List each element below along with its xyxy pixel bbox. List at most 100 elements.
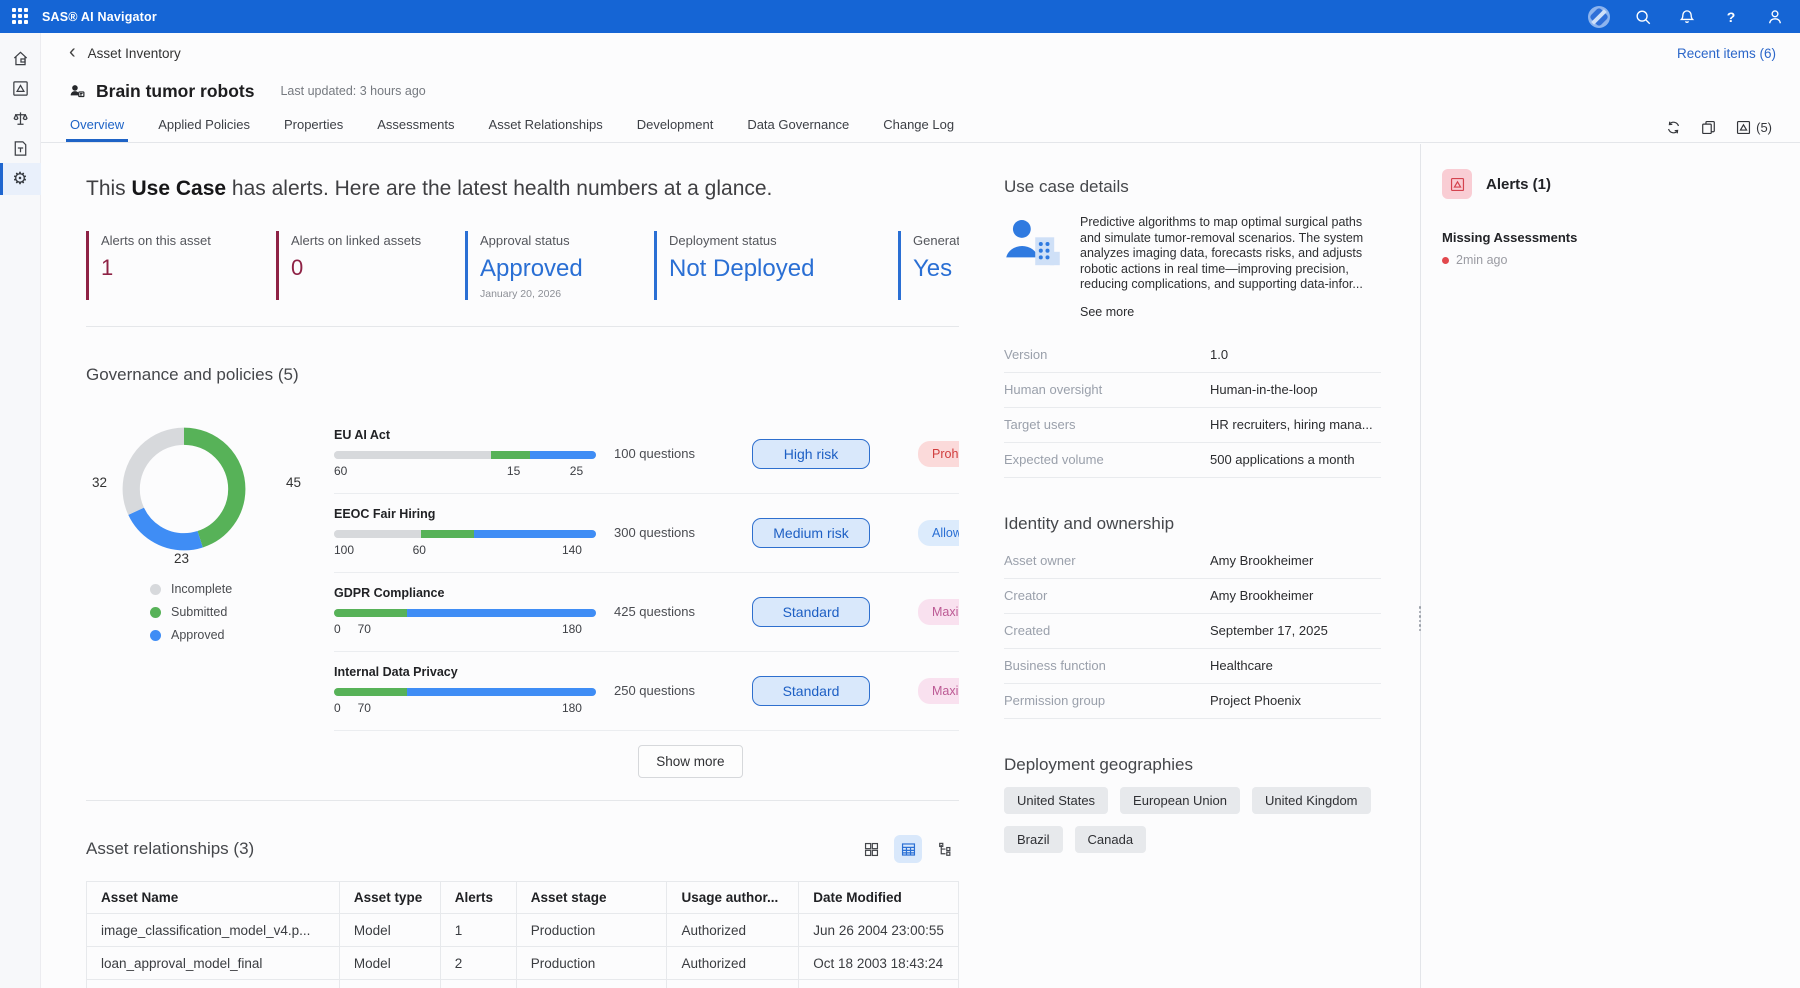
tab-development[interactable]: Development [633, 109, 718, 142]
col-asset-stage[interactable]: Asset stage [516, 882, 667, 914]
refresh-icon[interactable] [1665, 119, 1682, 136]
show-more-button[interactable]: Show more [638, 745, 742, 778]
identity-title: Identity and ownership [1004, 514, 1381, 534]
breadcrumb-asset-inventory[interactable]: Asset Inventory [88, 46, 181, 61]
stats-row: Alerts on this asset 1 Alerts on linked … [86, 231, 959, 300]
field-target-users: Target usersHR recruiters, hiring mana..… [1004, 408, 1381, 443]
governance-scale-icon[interactable] [0, 103, 41, 133]
use-case-type-icon [69, 83, 86, 100]
tab-bar: Overview Applied Policies Properties Ass… [41, 109, 1800, 143]
search-icon[interactable] [1632, 6, 1654, 28]
policy-progress-bar [334, 530, 596, 538]
last-updated-text: Last updated: 3 hours ago [280, 84, 425, 98]
col-asset-name[interactable]: Asset Name [87, 882, 340, 914]
risk-level-button[interactable]: Standard [752, 597, 870, 627]
col-usage-authorization[interactable]: Usage author... [667, 882, 799, 914]
alert-asset-icon[interactable] [0, 73, 41, 103]
app-title: SAS® AI Navigator [42, 10, 157, 24]
alert-item-title[interactable]: Missing Assessments [1442, 230, 1800, 245]
approval-date: January 20, 2026 [480, 288, 642, 300]
legend-dot-incomplete [150, 584, 161, 595]
cards-view-icon[interactable] [857, 835, 885, 863]
geographies-title: Deployment geographies [1004, 755, 1381, 775]
geo-tag-united-kingdom[interactable]: United Kingdom [1252, 787, 1371, 814]
help-icon[interactable]: ? [1720, 6, 1742, 28]
policy-status-badge: Maximum Allowed [918, 599, 959, 625]
table-view-icon[interactable] [894, 835, 922, 863]
geo-tag-european-union[interactable]: European Union [1120, 787, 1240, 814]
field-asset-owner: Asset ownerAmy Brookheimer [1004, 544, 1381, 579]
tab-assessments[interactable]: Assessments [373, 109, 458, 142]
table-header-row: Asset Name Asset type Alerts Asset stage… [87, 882, 959, 914]
governance-section-title: Governance and policies (5) [86, 365, 959, 385]
tab-change-log[interactable]: Change Log [879, 109, 958, 142]
tab-properties[interactable]: Properties [280, 109, 347, 142]
notifications-bell-icon[interactable] [1676, 6, 1698, 28]
user-icon[interactable] [1764, 6, 1786, 28]
col-asset-type[interactable]: Asset type [339, 882, 440, 914]
app-launcher-icon[interactable] [12, 8, 30, 26]
see-more-link[interactable]: See more [1080, 305, 1134, 319]
table-row[interactable]: chatbot_intent_model Model Testing Restr… [87, 980, 959, 988]
home-icon[interactable] [0, 43, 41, 73]
legend-approved: Approved [150, 628, 334, 642]
divider [86, 326, 959, 327]
donut-value-submitted: 45 [286, 475, 301, 490]
recent-items-link[interactable]: Recent items (6) [1677, 46, 1776, 61]
settings-gear-icon[interactable]: ⚙ [0, 163, 41, 195]
policy-progress-bar [334, 609, 596, 617]
use-case-description: Predictive algorithms to map optimal sur… [1080, 215, 1367, 293]
header-alerts-count: (5) [1756, 120, 1772, 135]
field-expected-volume: Expected volume500 applications a month [1004, 443, 1381, 478]
policy-progress-bar [334, 451, 596, 459]
risk-level-button[interactable]: Standard [752, 676, 870, 706]
governance-body: 32 45 23 Incomplete Submitted [86, 423, 959, 796]
copy-icon[interactable] [1700, 119, 1717, 136]
policy-progress-bar [334, 688, 596, 696]
policy-row-eeoc-fair-hiring: EEOC Fair Hiring 10060140 300 questions … [334, 494, 959, 573]
divider [86, 800, 959, 801]
breadcrumb: ‹ Asset Inventory Recent items (6) [41, 33, 1800, 73]
stat-alerts-linked-assets: Alerts on linked assets 0 [276, 231, 465, 300]
details-column: Use case details Predictive algorithms t… [1004, 144, 1381, 988]
risk-level-button[interactable]: High risk [752, 439, 870, 469]
tab-overview[interactable]: Overview [66, 109, 128, 142]
table-row[interactable]: image_classification_model_v4.p... Model… [87, 914, 959, 947]
policy-questions: 300 questions [614, 525, 724, 540]
risk-level-button[interactable]: Medium risk [752, 518, 870, 548]
stat-alerts-this-asset: Alerts on this asset 1 [86, 231, 276, 300]
logo-icon[interactable] [1588, 6, 1610, 28]
hierarchy-view-icon[interactable] [931, 835, 959, 863]
health-banner: This Use Case has alerts. Here are the l… [86, 177, 959, 201]
legend-dot-approved [150, 630, 161, 641]
field-business-function: Business functionHealthcare [1004, 649, 1381, 684]
policy-row-internal-data-privacy: Internal Data Privacy 070180 250 questio… [334, 652, 959, 731]
policy-row-gdpr-compliance: GDPR Compliance 070180 425 questions Sta… [334, 573, 959, 652]
geo-tag-canada[interactable]: Canada [1075, 826, 1147, 853]
policy-status-badge: Allowed [918, 520, 959, 546]
donut-value-approved: 23 [174, 551, 189, 566]
stat-deployment-status: Deployment status Not Deployed [654, 231, 898, 300]
field-version: Version1.0 [1004, 338, 1381, 373]
policy-list: EU AI Act 601525 100 questions High risk… [334, 415, 959, 796]
tab-applied-policies[interactable]: Applied Policies [154, 109, 254, 142]
table-row[interactable]: loan_approval_model_final Model 2 Produc… [87, 947, 959, 980]
col-date-modified[interactable]: Date Modified [799, 882, 959, 914]
alert-item-time: 2min ago [1456, 253, 1507, 267]
tab-asset-relationships[interactable]: Asset Relationships [485, 109, 607, 142]
col-alerts[interactable]: Alerts [440, 882, 516, 914]
field-created: CreatedSeptember 17, 2025 [1004, 614, 1381, 649]
back-chevron-icon[interactable]: ‹ [69, 42, 76, 62]
tab-data-governance[interactable]: Data Governance [743, 109, 853, 142]
document-icon[interactable] [0, 133, 41, 163]
relationships-title: Asset relationships (3) [86, 839, 254, 859]
geo-tag-brazil[interactable]: Brazil [1004, 826, 1063, 853]
alerts-panel: Alerts (1) Missing Assessments 2min ago [1421, 144, 1800, 988]
header-alerts-count-button[interactable]: (5) [1735, 119, 1772, 136]
use-case-details-title: Use case details [1004, 177, 1381, 197]
geo-tag-united-states[interactable]: United States [1004, 787, 1108, 814]
left-sidebar: ⚙ [0, 33, 41, 988]
panel-resize-handle[interactable] [1416, 606, 1424, 631]
main-column: This Use Case has alerts. Here are the l… [86, 144, 959, 988]
donut-svg [118, 423, 250, 555]
